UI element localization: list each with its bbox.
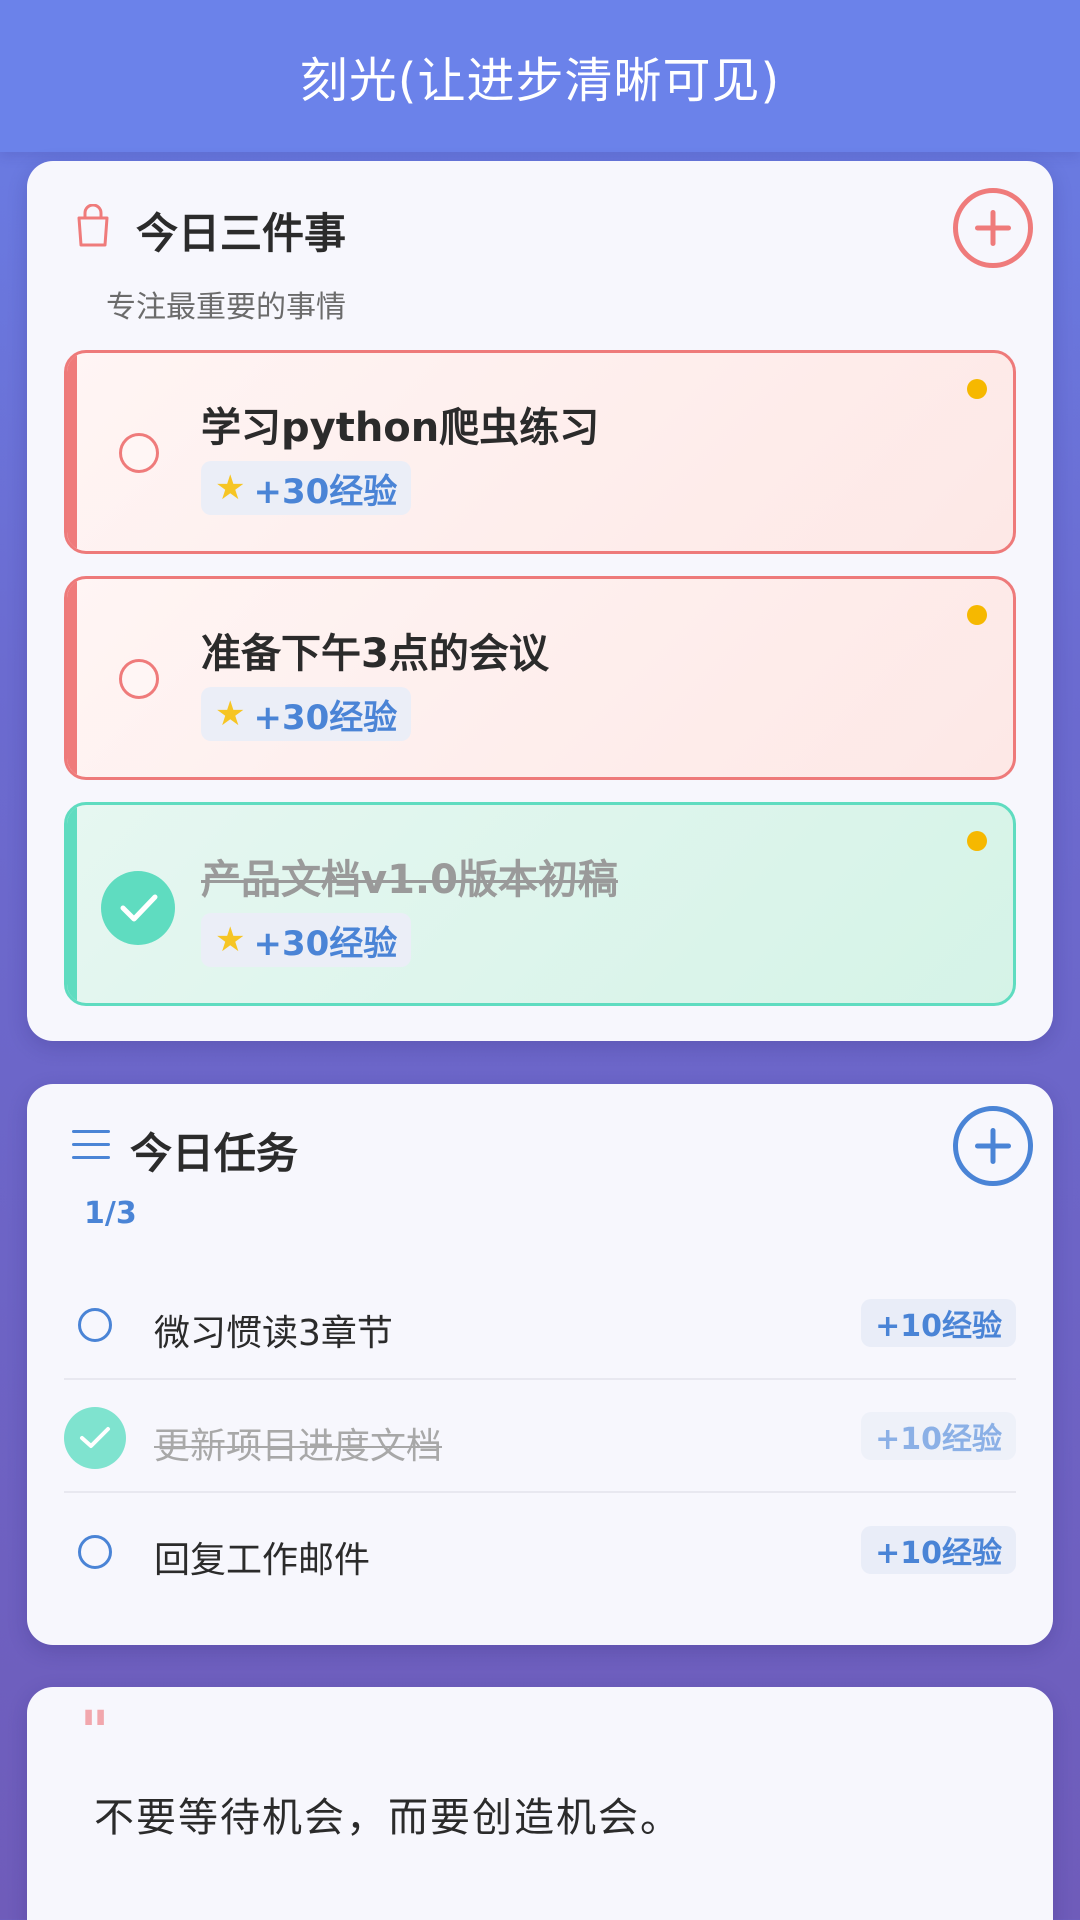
priority-dot [967, 605, 987, 625]
add-focus-button[interactable] [953, 188, 1033, 268]
checkbox-checked[interactable] [101, 871, 175, 945]
menu-icon [72, 1130, 110, 1160]
task-row[interactable]: 回复工作邮件 +10经验 [64, 1497, 1016, 1607]
task-label: 更新项目进度文档 [154, 1426, 443, 1467]
task-label: 微习惯读3章节 [154, 1313, 393, 1354]
star-icon: ★ [215, 694, 246, 734]
xp-badge: +10经验 [861, 1526, 1016, 1574]
focus-item-label: 准备下午3点的会议 [201, 631, 549, 677]
tasks-progress: 1/3 [84, 1196, 137, 1231]
task-row[interactable]: 微习惯读3章节 +10经验 [64, 1270, 1016, 1380]
checkbox-unchecked[interactable] [78, 1535, 112, 1569]
checkmark-icon [80, 1427, 110, 1448]
xp-badge: +10经验 [861, 1412, 1016, 1460]
xp-badge: ★ +30经验 [201, 687, 412, 741]
focus-item-label: 学习python爬虫练习 [201, 405, 600, 451]
star-icon: ★ [215, 920, 246, 960]
app-header: 刻光(让进步清晰可见) [0, 0, 1080, 152]
checkbox-unchecked[interactable] [78, 1308, 112, 1342]
priority-dot [967, 831, 987, 851]
focus-item-label: 产品文档v1.0版本初稿 [201, 857, 618, 903]
xp-value: +30经验 [253, 471, 398, 512]
focus-item[interactable]: 学习python爬虫练习 ★ +30经验 [64, 350, 1016, 554]
tasks-title: 今日任务 [130, 1129, 299, 1178]
xp-value: +30经验 [253, 923, 398, 964]
checkbox-unchecked[interactable] [119, 659, 159, 699]
focus-subtitle: 专注最重要的事情 [106, 290, 346, 325]
shopping-bag-icon [77, 204, 109, 247]
task-row-completed[interactable]: 更新项目进度文档 +10经验 [64, 1383, 1016, 1493]
checkmark-icon [120, 894, 158, 922]
focus-item-completed[interactable]: 产品文档v1.0版本初稿 ★ +30经验 [64, 802, 1016, 1006]
focus-title: 今日三件事 [136, 209, 347, 258]
checkbox-unchecked[interactable] [119, 433, 159, 473]
xp-badge: ★ +30经验 [201, 461, 412, 515]
priority-dot [967, 379, 987, 399]
add-task-button[interactable] [953, 1106, 1033, 1186]
xp-badge: +10经验 [861, 1299, 1016, 1347]
checkbox-checked[interactable] [64, 1407, 126, 1469]
xp-value: +30经验 [253, 697, 398, 738]
xp-badge: ★ +30经验 [201, 913, 412, 967]
star-icon: ★ [215, 468, 246, 508]
task-label: 回复工作邮件 [154, 1540, 371, 1581]
quote-mark-icon: " [80, 1700, 110, 1765]
quote-text: 不要等待机会，而要创造机会。 [94, 1795, 682, 1841]
app-title: 刻光(让进步清晰可见) [299, 53, 781, 109]
focus-item[interactable]: 准备下午3点的会议 ★ +30经验 [64, 576, 1016, 780]
